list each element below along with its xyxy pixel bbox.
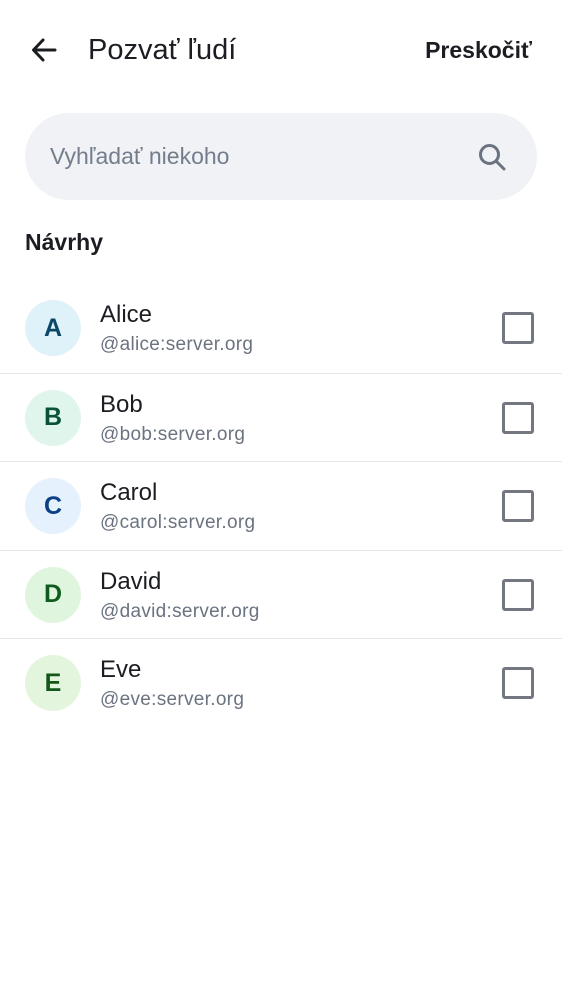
list-item[interactable]: C Carol @carol:server.org [0,461,562,550]
list-item[interactable]: A Alice @alice:server.org [0,284,562,373]
select-checkbox[interactable] [502,490,534,522]
top-app-bar: Pozvať ľudí Preskočiť [0,0,562,100]
user-handle: @bob:server.org [100,423,246,445]
skip-button[interactable]: Preskočiť [425,34,532,66]
avatar: A [25,300,81,356]
user-name: Eve [100,656,142,683]
avatar: D [25,566,81,623]
user-handle: @david:server.org [100,600,260,622]
search-bar[interactable] [25,113,537,200]
avatar: E [25,655,81,711]
user-handle: @carol:server.org [100,512,256,533]
user-handle: @alice:server.org [100,334,254,355]
arrow-left-icon [32,38,57,62]
list-item[interactable]: E Eve @eve:server.org [0,638,562,727]
select-checkbox[interactable] [502,312,534,344]
avatar: B [25,389,81,446]
page-title: Pozvať ľudí [88,34,237,66]
select-checkbox[interactable] [502,578,534,611]
user-name: David [100,567,162,595]
search-icon[interactable] [477,142,507,172]
list-item[interactable]: D David @david:server.org [0,549,562,639]
section-title-suggestions: Návrhy [25,229,103,255]
avatar: C [25,478,81,534]
select-checkbox[interactable] [502,667,534,699]
search-input[interactable] [50,113,470,200]
select-checkbox[interactable] [502,401,534,434]
suggestions-list: A Alice @alice:server.org B Bob @bob:ser… [0,284,562,727]
back-button[interactable] [22,28,66,72]
user-name: Bob [100,390,143,418]
user-name: Alice [100,301,153,328]
list-item[interactable]: B Bob @bob:server.org [0,372,562,462]
user-name: Carol [100,479,158,506]
user-handle: @eve:server.org [100,689,245,710]
